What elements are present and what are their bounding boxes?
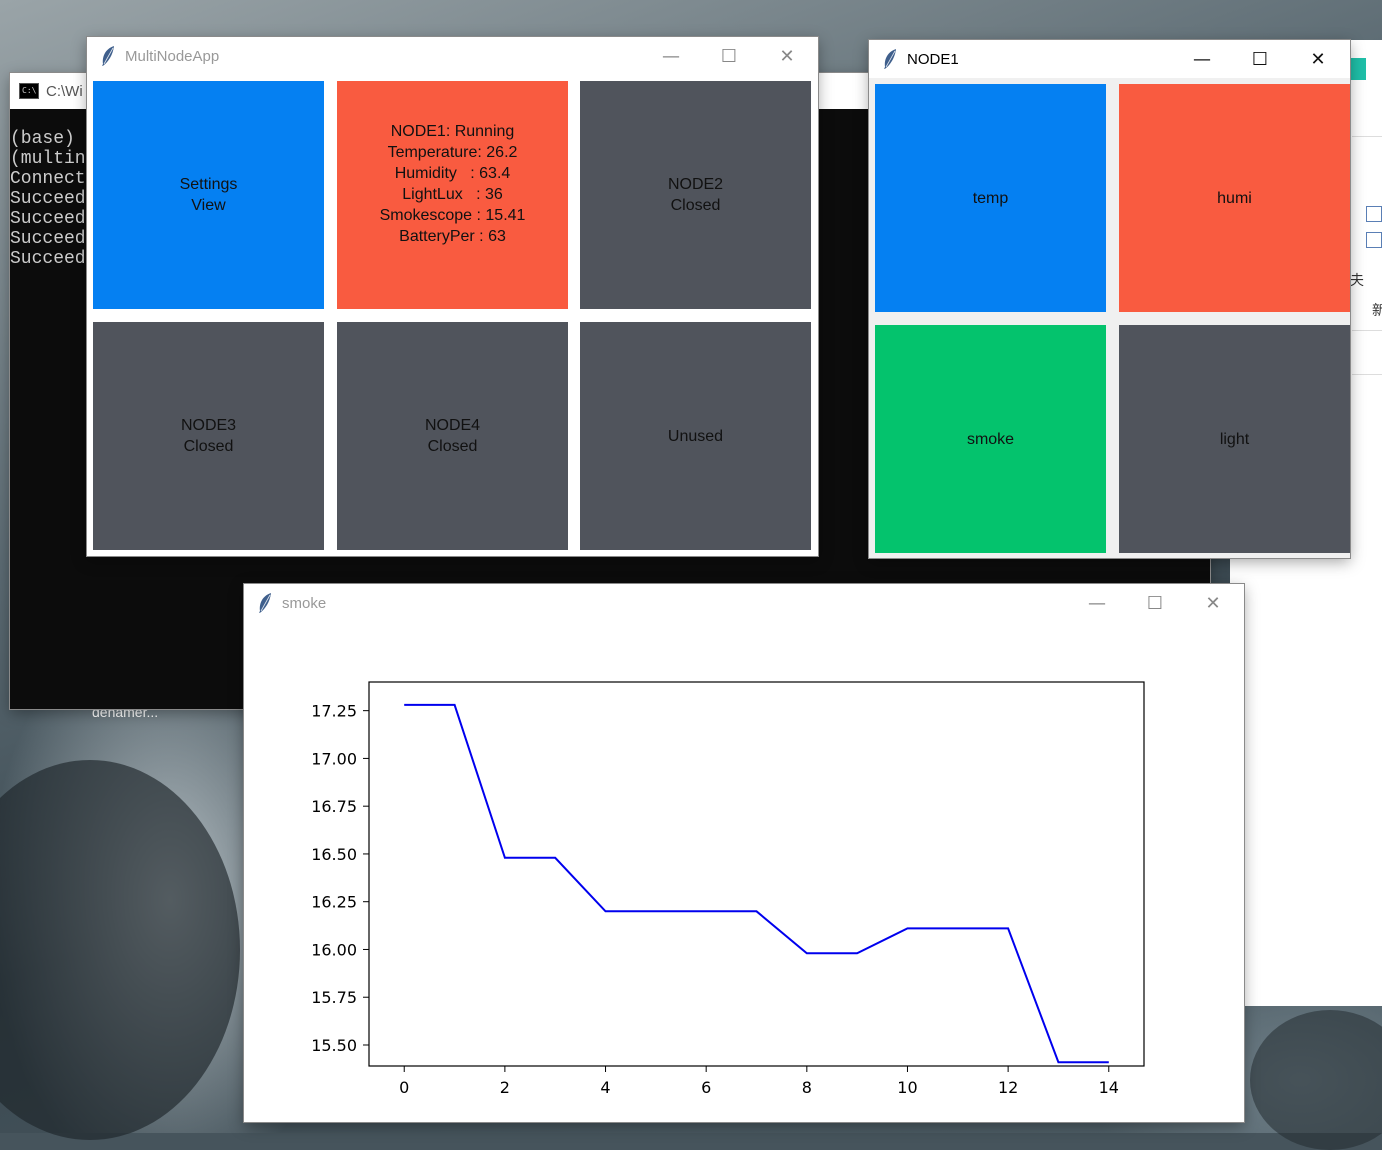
tile-label: smoke [967,429,1014,450]
titlebar[interactable]: MultiNodeApp — ☐ ✕ [87,37,818,75]
smoke-chart-window[interactable]: smoke — ☐ ✕ 0 2 4 6 8 10 12 14 15.50 15.75 16.00 16… [244,584,1244,1122]
window-title: NODE1 [907,51,959,68]
tile-line: Closed [668,195,723,216]
node4-button[interactable]: NODE4Closed [337,322,568,550]
y-tick-label: 16.75 [311,797,357,816]
node1-window[interactable]: NODE1 — ☐ ✕ temp humi smoke light [869,40,1350,558]
tile-line: NODE2 [668,174,723,195]
x-tick-label: 4 [600,1078,610,1097]
tile-line: View [180,195,238,216]
minimize-button[interactable]: — [1173,40,1231,78]
close-button[interactable]: ✕ [758,37,816,75]
smokescope-readout: Smokescope : 15.41 [380,205,526,226]
tile-line: Settings [180,174,238,195]
background-window-text: 新 [1372,300,1382,320]
y-tick-label: 16.50 [311,845,357,864]
node2-button[interactable]: NODE2Closed [580,81,811,309]
window-title: C:\Wi [46,83,83,100]
cmd-icon: C:\ [19,83,39,99]
x-tick-label: 8 [802,1078,812,1097]
close-button[interactable]: ✕ [1289,40,1347,78]
wallpaper-shape [1250,1010,1382,1150]
feather-icon [99,45,117,67]
divider [1352,136,1382,137]
tile-label: humi [1217,188,1252,209]
window-title: MultiNodeApp [125,48,219,65]
tile-line: NODE3 [181,415,236,436]
y-tick-label: 16.25 [311,893,357,912]
node1-status-button[interactable]: NODE1: Running Temperature: 26.2 Humidit… [337,81,568,309]
tile-line: NODE4 [425,415,480,436]
titlebar[interactable]: NODE1 — ☐ ✕ [869,40,1350,78]
divider [1352,374,1382,375]
x-tick-label: 2 [500,1078,510,1097]
node3-button[interactable]: NODE3Closed [93,322,324,550]
maximize-button[interactable]: ☐ [700,37,758,75]
x-tick-label: 10 [897,1078,917,1097]
tile-line: Closed [181,436,236,457]
tile-line: Closed [425,436,480,457]
titlebar[interactable]: smoke — ☐ ✕ [244,584,1244,622]
tile-label: light [1220,429,1249,450]
x-tick-label: 12 [998,1078,1018,1097]
minimize-button[interactable]: — [642,37,700,75]
maximize-button[interactable]: ☐ [1126,584,1184,622]
wallpaper-shape [0,760,240,1140]
battery-readout: BatteryPer : 63 [380,226,526,247]
temp-button[interactable]: temp [875,84,1106,312]
y-tick-label: 15.50 [311,1036,357,1055]
divider [1352,330,1382,331]
tile-line: Unused [668,426,723,447]
unused-button[interactable]: Unused [580,322,811,550]
feather-icon [881,48,899,70]
smoke-button[interactable]: smoke [875,325,1106,553]
x-tick-label: 6 [701,1078,711,1097]
x-tick-label: 0 [399,1078,409,1097]
window-title: smoke [282,595,326,612]
tile-label: temp [973,188,1009,209]
background-window-fragment: ptx [1352,94,1371,110]
minimize-button[interactable]: — [1068,584,1126,622]
y-tick-label: 17.00 [311,749,357,768]
lightlux-readout: LightLux : 36 [380,184,526,205]
smoke-line-chart: 0 2 4 6 8 10 12 14 15.50 15.75 16.00 16.25 16.50 16.7… [244,622,1244,1122]
humidity-readout: Humidity : 63.4 [380,163,526,184]
humi-button[interactable]: humi [1119,84,1350,312]
y-tick-label: 17.25 [311,702,357,721]
settings-view-button[interactable]: SettingsView [93,81,324,309]
background-window-text: 夫 [1350,270,1364,290]
plot-axes-frame [369,682,1144,1066]
x-tick-label: 14 [1099,1078,1119,1097]
y-tick-label: 16.00 [311,940,357,959]
light-button[interactable]: light [1119,325,1350,553]
maximize-button[interactable]: ☐ [1231,40,1289,78]
close-button[interactable]: ✕ [1184,584,1242,622]
copy-icon[interactable] [1366,206,1382,222]
temperature-readout: Temperature: 26.2 [380,142,526,163]
node1-status-line: NODE1: Running [380,121,526,142]
feather-icon [256,592,274,614]
y-tick-label: 15.75 [311,988,357,1007]
paste-icon[interactable] [1366,232,1382,248]
multinode-app-window[interactable]: MultiNodeApp — ☐ ✕ SettingsView NODE1: R… [87,37,818,556]
node-grid: SettingsView NODE1: Running Temperature:… [93,81,811,550]
